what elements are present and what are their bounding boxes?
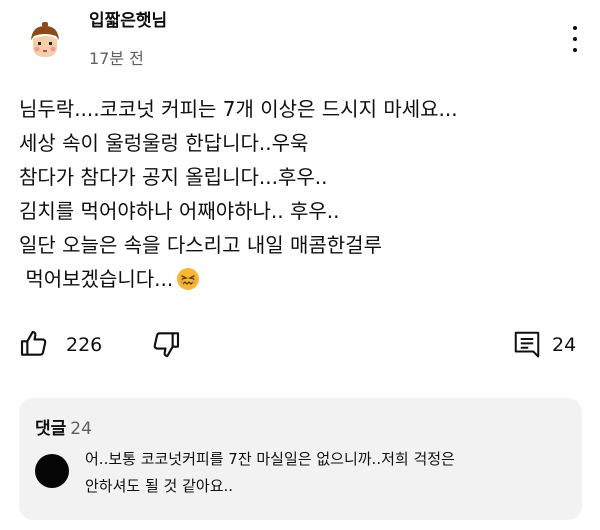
menu-dot xyxy=(573,37,577,41)
comment-line: 참다가 참다가 공지 올립니다...후우.. xyxy=(19,165,328,189)
comment-line: 님두락....코코넛 커피는 7개 이상은 드시지 마세요... xyxy=(19,97,458,121)
menu-dot xyxy=(573,26,577,30)
reply-line: 안하셔도 될 것 같아요.. xyxy=(85,477,234,495)
comment-body: 님두락....코코넛 커피는 7개 이상은 드시지 마세요... 세상 속이 울… xyxy=(19,92,589,296)
thumbs-down-icon xyxy=(153,332,180,358)
comment-line: 세상 속이 울렁울렁 한답니다..우욱 xyxy=(19,131,309,155)
reply-button[interactable] xyxy=(512,328,542,360)
comment-line: 먹어보겠습니다... xyxy=(19,267,174,291)
menu-dot xyxy=(573,48,577,52)
author-avatar[interactable] xyxy=(23,18,67,62)
replies-panel[interactable]: 댓글 24 어..보통 코코넛커피를 7잔 마실일은 없으니까..저희 걱정은 안… xyxy=(19,398,582,520)
replies-count: 24 xyxy=(70,419,92,439)
reply-count: 24 xyxy=(552,334,577,356)
thumbs-up-icon xyxy=(20,330,47,356)
reply-line: 어..보통 코코넛커피를 7잔 마실일은 없으니까..저희 걱정은 xyxy=(85,450,455,468)
like-button[interactable] xyxy=(18,328,50,360)
reply-preview-text: 어..보통 코코넛커피를 7잔 마실일은 없으니까..저희 걱정은 안하셔도 될… xyxy=(85,446,575,500)
comment-line: 김치를 먹어야하나 어째야하나.. 후우.. xyxy=(19,199,340,223)
comment-line-last: 먹어보겠습니다... xyxy=(19,262,589,296)
replies-label: 댓글 xyxy=(35,419,67,439)
comment-actions: 226 24 xyxy=(0,328,600,364)
replies-header: 댓글 24 xyxy=(35,414,92,439)
comment-line: 일단 오늘은 속을 다스리고 내일 매콤한걸루 xyxy=(19,233,382,257)
cartoon-avatar-icon xyxy=(23,18,67,62)
reply-avatar[interactable] xyxy=(35,454,69,488)
confounded-face-emoji-icon xyxy=(177,268,200,290)
more-vert-icon[interactable] xyxy=(568,26,582,52)
comment-icon xyxy=(514,331,540,358)
dislike-button[interactable] xyxy=(150,328,182,360)
like-count: 226 xyxy=(66,334,103,356)
author-name[interactable]: 입짧은햇님 xyxy=(89,6,167,31)
comment-timestamp[interactable]: 17분 전 xyxy=(89,45,144,69)
